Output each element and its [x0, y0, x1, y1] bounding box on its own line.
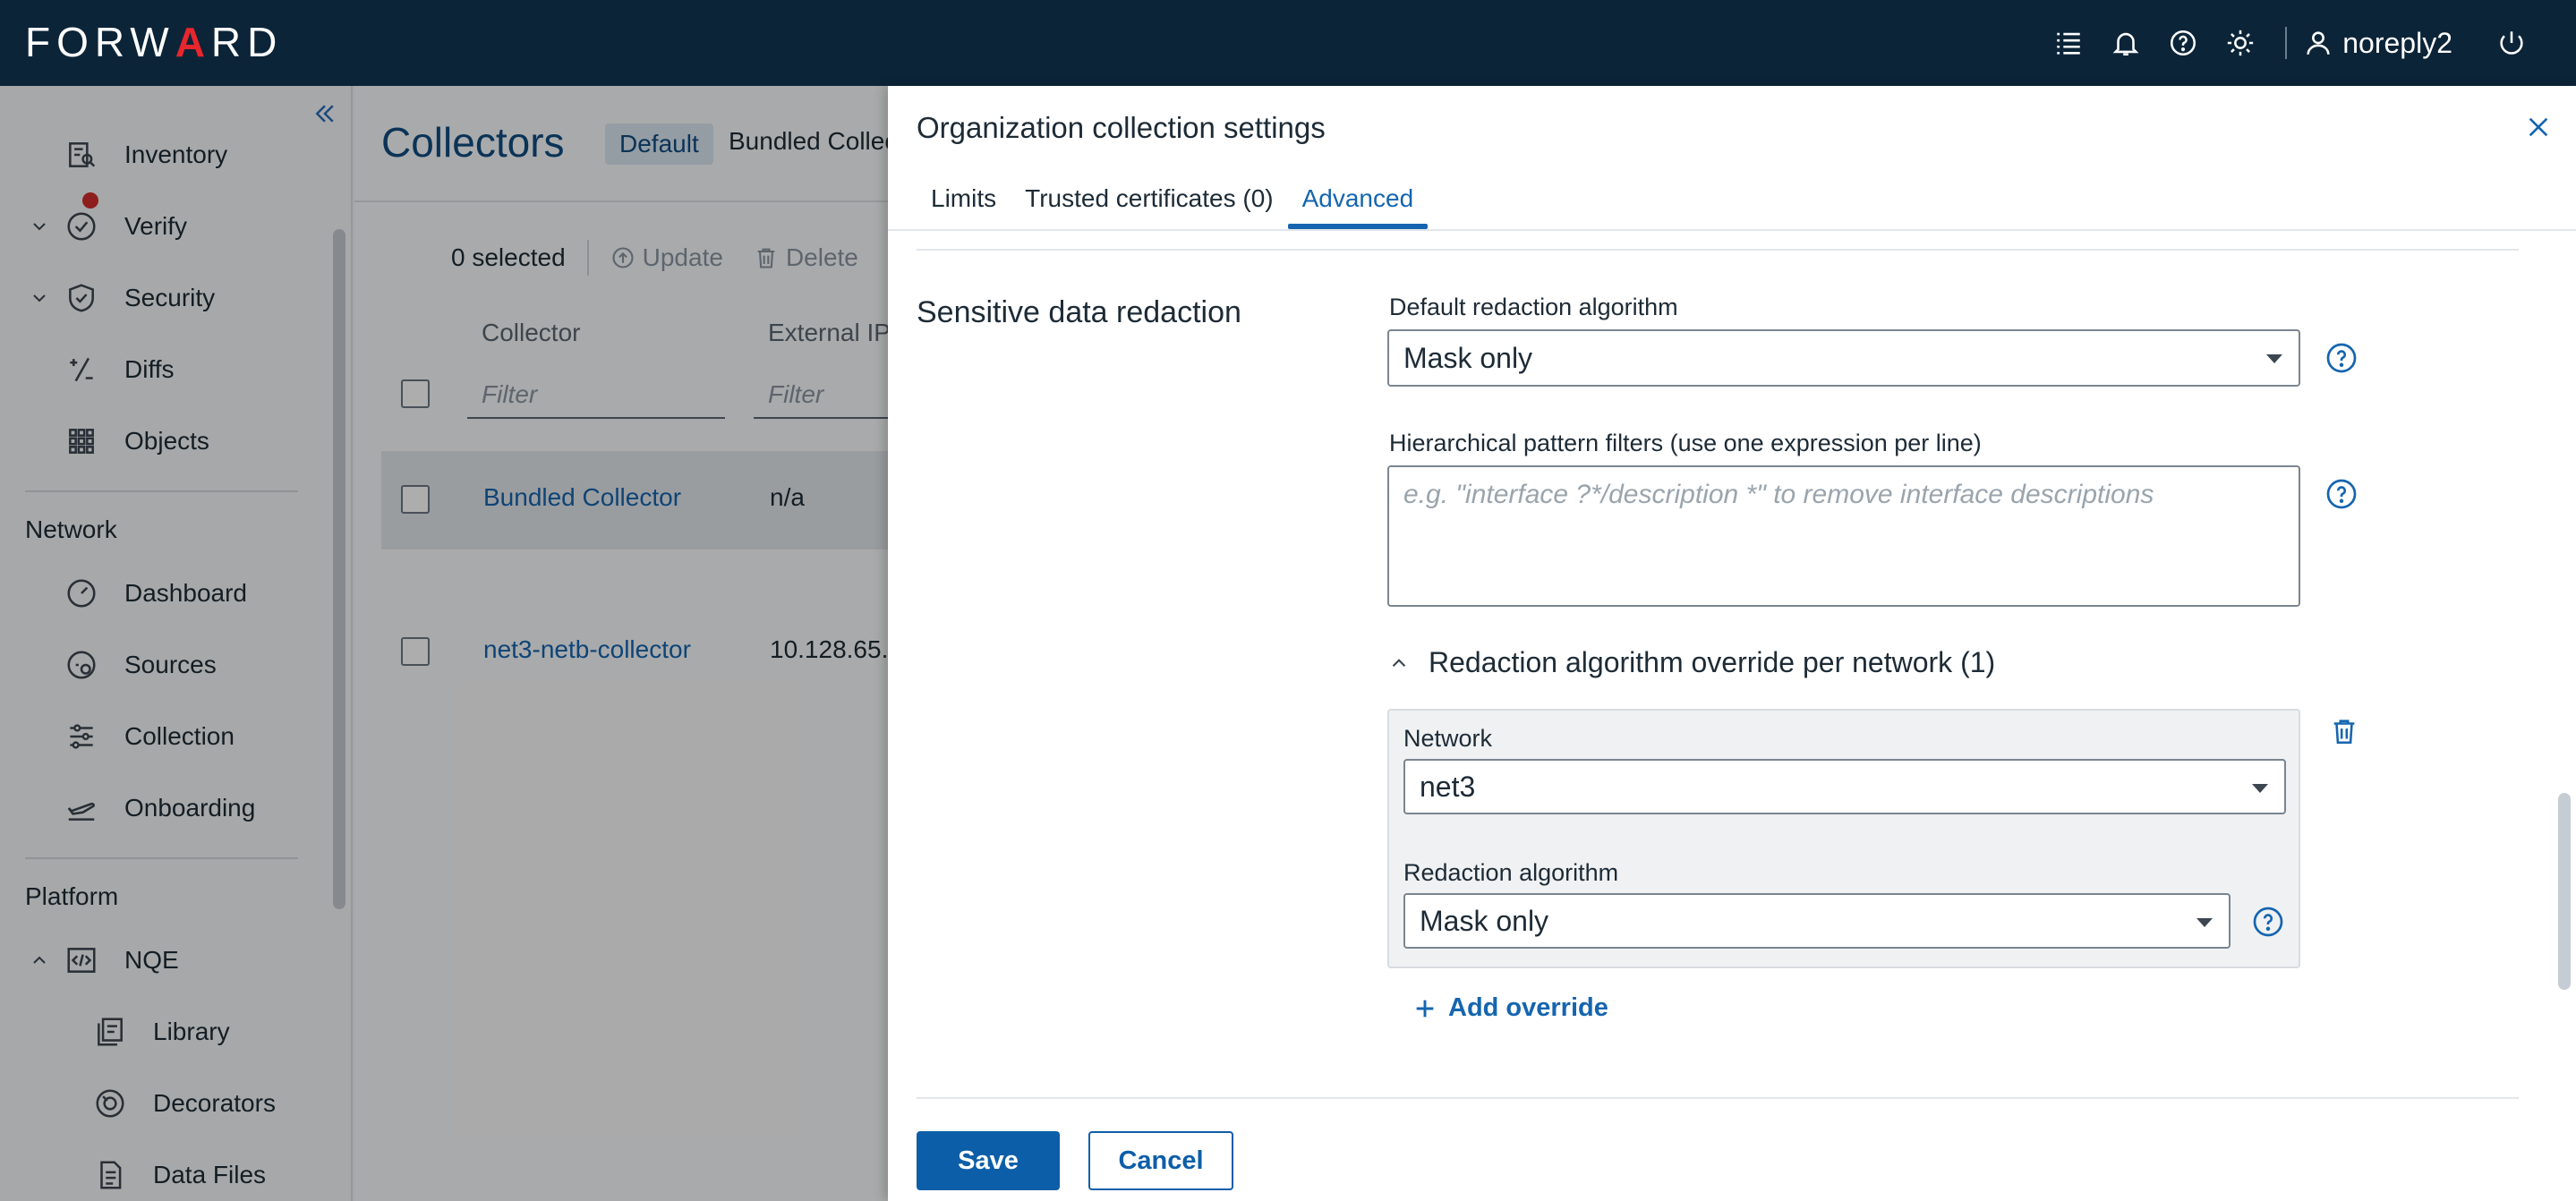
logo-arrow-icon: A: [175, 19, 211, 65]
user-menu[interactable]: noreply2: [2303, 27, 2452, 60]
tab-advanced[interactable]: Advanced: [1287, 184, 1429, 229]
username: noreply2: [2342, 26, 2452, 59]
help-icon[interactable]: [2154, 0, 2212, 86]
list-icon[interactable]: [2040, 0, 2097, 86]
network-label: Network: [1403, 725, 1493, 752]
dropdown-caret-icon: [2266, 354, 2282, 363]
theme-sun-icon[interactable]: [2212, 0, 2269, 86]
modal-backdrop[interactable]: [0, 86, 888, 1201]
cancel-button[interactable]: Cancel: [1088, 1131, 1233, 1190]
help-icon[interactable]: [2252, 906, 2284, 938]
top-bar: FORW A RD noreply2: [0, 0, 2576, 86]
footer-divider: [917, 1097, 2519, 1099]
content-divider: [917, 249, 2519, 251]
default-algorithm-label: Default redaction algorithm: [1389, 294, 1678, 320]
forward-logo[interactable]: FORW A RD: [25, 19, 283, 65]
settings-drawer: Organization collection settings Limits …: [888, 86, 2576, 1201]
drawer-title: Organization collection settings: [917, 111, 1326, 144]
tabs-divider: [888, 229, 2576, 231]
redaction-algorithm-label: Redaction algorithm: [1403, 859, 1619, 886]
plus-icon: [1416, 1000, 1434, 1017]
tab-trusted-certificates[interactable]: Trusted certificates (0): [1011, 184, 1287, 229]
chevron-up-icon: [1392, 658, 1406, 667]
pattern-filters-textarea[interactable]: e.g. "interface ?*/description *" to rem…: [1387, 465, 2300, 607]
top-bar-actions: noreply2: [2040, 0, 2540, 86]
drawer-scrollbar[interactable]: [2558, 793, 2571, 990]
help-icon[interactable]: [2325, 342, 2358, 374]
save-button[interactable]: Save: [917, 1131, 1060, 1190]
dropdown-caret-icon: [2252, 784, 2268, 793]
default-algorithm-select[interactable]: Mask only: [1387, 329, 2300, 387]
power-icon[interactable]: [2483, 0, 2540, 86]
dropdown-caret-icon: [2196, 918, 2213, 927]
pattern-filters-label: Hierarchical pattern filters (use one ex…: [1389, 430, 1982, 456]
top-bar-separator: [2285, 27, 2288, 59]
help-icon[interactable]: [2325, 478, 2358, 510]
section-title: Sensitive data redaction: [917, 295, 1241, 329]
network-select[interactable]: net3: [1403, 759, 2286, 814]
user-icon: [2307, 31, 2330, 55]
bell-icon[interactable]: [2097, 0, 2154, 86]
override-section-toggle[interactable]: Redaction algorithm override per network…: [1387, 646, 1995, 679]
close-icon[interactable]: [2524, 113, 2553, 141]
redaction-algorithm-select[interactable]: Mask only: [1403, 893, 2231, 949]
override-card: Network net3 Redaction algorithm Mask on…: [1387, 709, 2300, 968]
delete-override-trash-icon[interactable]: [2329, 714, 2359, 748]
add-override-button[interactable]: Add override: [1412, 993, 1608, 1023]
drawer-tabs: Limits Trusted certificates (0) Advanced: [917, 184, 1428, 229]
tab-limits[interactable]: Limits: [917, 184, 1011, 229]
